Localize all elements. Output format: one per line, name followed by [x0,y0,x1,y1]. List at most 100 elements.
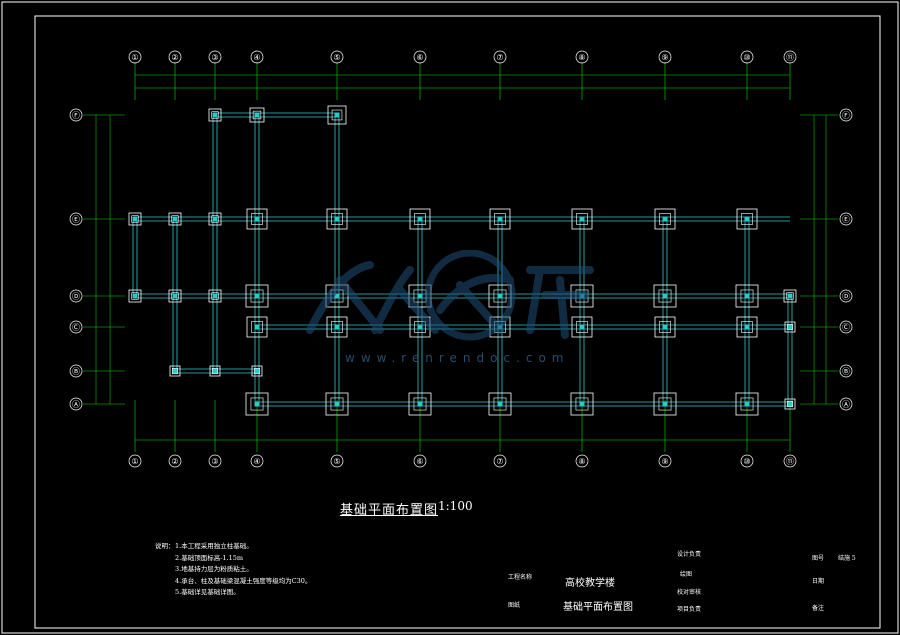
notes-line: 1.本工程采用独立柱基础。 [175,542,253,550]
column-stub [172,293,178,299]
column-stub [172,368,178,374]
column-axis-bubble-label: ⑦ [496,457,503,466]
column-stub [417,401,423,407]
column-stub [417,324,423,330]
watermark-text: www.renrendoc.com [345,351,570,365]
column-stub [334,112,340,118]
tb-right-label: 图号 [812,555,825,562]
column-stub [254,216,260,222]
column-stub [497,293,503,299]
column-axis-bubble-label: ① [131,457,138,466]
column-stub [744,324,750,330]
tb-drawing-name: 基础平面布置图 [563,602,633,613]
column-axis-bubble-label: ⑥ [416,457,423,466]
tb-role-label: 绘图 [680,571,693,578]
tb-project-name: 高校教学楼 [565,578,615,589]
column-axis-bubble-label: ⑦ [496,53,503,62]
row-axis-bubble-label: Ⓑ [72,367,80,376]
notes-line: 4.承台、柱及基础梁混凝土强度等级均为C30。 [175,576,312,585]
row-axis-bubble-label: Ⓒ [72,323,80,332]
column-stub [212,293,218,299]
drawing-scale: 1:100 [438,499,473,513]
column-axis-bubble-label: ⑧ [578,457,585,466]
notes-line: 5.基础详见基础详图。 [175,588,240,596]
tb-drawing-label: 图纸 [508,602,521,609]
row-axis-bubble-label: Ⓓ [842,292,850,301]
column-stub [787,293,793,299]
tb-role-label: 项目负责 [677,606,702,613]
row-axis-bubble-label: Ⓕ [72,111,80,120]
column-axis-bubble-label: ① [131,53,138,62]
column-stub [132,216,138,222]
column-stub [132,293,138,299]
tb-right-label: 备注 [812,605,825,612]
column-axis-bubble-label: ⑪ [786,53,794,62]
column-axis-bubble-label: ⑥ [416,53,423,62]
column-stub [579,401,585,407]
column-stub [744,293,750,299]
column-axis-bubble-label: ④ [253,457,260,466]
row-axis-bubble-label: Ⓐ [72,400,80,409]
row-axis-bubble-label: Ⓔ [842,215,850,224]
column-stub [212,368,218,374]
column-stub [212,112,218,118]
tb-sheet-no: 结施 5 [838,555,856,562]
column-stub [579,293,585,299]
column-axis-bubble-label: ⑪ [786,457,794,466]
column-stub [254,401,260,407]
column-stub [579,216,585,222]
column-stub [787,401,793,407]
notes-line: 3.地基持力层为粉质粘土。 [175,565,253,573]
column-axis-bubble-label: ⑧ [578,53,585,62]
column-stub [212,216,218,222]
column-axis-bubble-label: ② [171,53,178,62]
notes-line: 2.基础顶面标高-1.15m [175,553,244,562]
column-stub [662,324,668,330]
tb-role-label: 校对审核 [677,589,702,596]
column-stub [254,368,260,374]
column-stub [254,293,260,299]
row-axis-bubble-label: Ⓓ [72,292,80,301]
column-stub [662,401,668,407]
column-axis-bubble-label: ⑩ [743,457,750,466]
notes-heading: 说明： [155,542,175,550]
column-axis-bubble-label: ③ [211,457,218,466]
row-axis-bubble-label: Ⓔ [72,215,80,224]
column-axis-bubble-label: ⑤ [333,457,340,466]
column-stub [334,401,340,407]
tb-right-label: 日期 [812,578,825,585]
column-stub [787,324,793,330]
column-stub [334,324,340,330]
column-stub [662,293,668,299]
tb-role-label: 设计负责 [677,551,702,558]
row-axis-bubble-label: Ⓒ [842,323,850,332]
column-axis-bubble-label: ② [171,457,178,466]
column-stub [497,216,503,222]
sheet-border [1,1,899,634]
drawing-title: 基础平面布置图 [340,503,439,518]
drawing-frame [34,15,881,629]
column-stub [334,293,340,299]
row-axis-bubble-label: Ⓐ [842,400,850,409]
column-stub [334,216,340,222]
column-stub [254,112,260,118]
design-notes: 说明： 1.本工程采用独立柱基础。 2.基础顶面标高-1.15m 3.地基持力层… [155,541,311,599]
column-axis-bubble-label: ④ [253,53,260,62]
column-stub [579,324,585,330]
column-stub [172,216,178,222]
tb-project-label: 工程名称 [508,574,533,581]
row-axis-bubble-label: Ⓕ [842,111,850,120]
column-stub [497,324,503,330]
column-axis-bubble-label: ⑨ [661,457,668,466]
column-stub [417,293,423,299]
column-stub [744,401,750,407]
column-axis-bubble-label: ⑩ [743,53,750,62]
row-axis-bubble-label: Ⓑ [842,367,850,376]
column-stub [744,216,750,222]
column-stub [497,401,503,407]
column-stub [254,324,260,330]
column-axis-bubble-label: ③ [211,53,218,62]
column-stub [417,216,423,222]
column-axis-bubble-label: ⑨ [661,53,668,62]
cad-drawing: ① ① ② ② ③ ③ ④ ④ ⑤ ⑤ ⑥ ⑥ ⑦ ⑦ ⑧ ⑧ ⑨ ⑨ ⑩ ⑩ ⑪ ⑪ Ⓕ Ⓕ Ⓔ Ⓔ Ⓓ Ⓓ Ⓒ Ⓒ Ⓑ Ⓑ Ⓐ Ⓐ [1,1,899,634]
